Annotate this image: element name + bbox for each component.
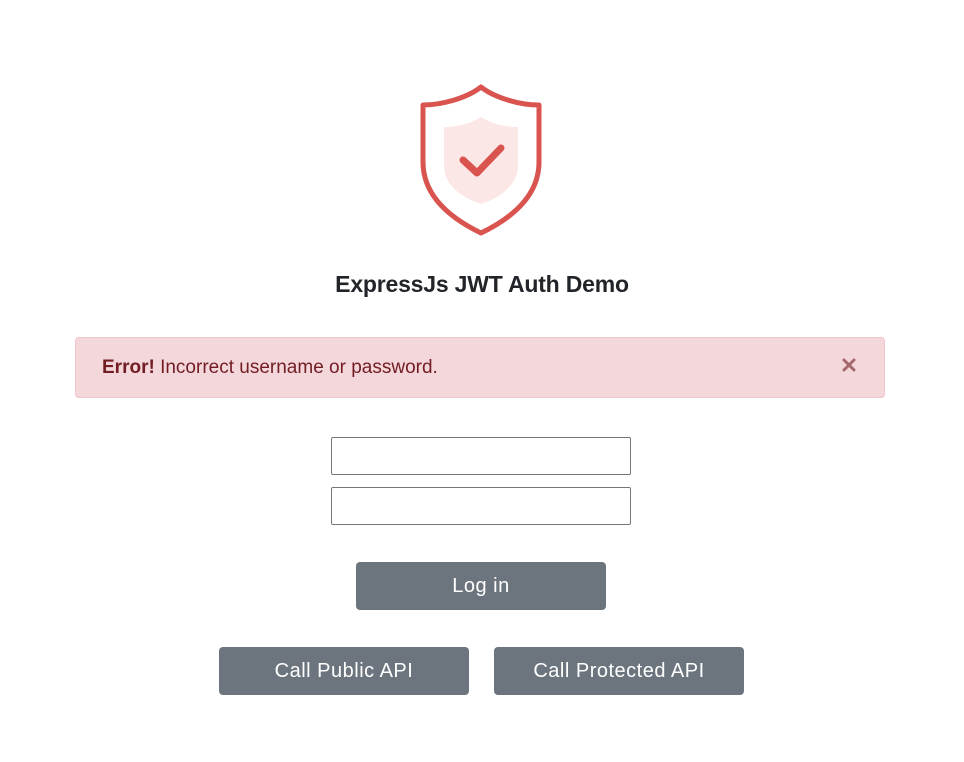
call-protected-api-button[interactable]: Call Protected API [494,647,744,695]
close-alert-button[interactable] [839,354,859,376]
error-alert: Error! Incorrect username or password. [75,337,885,398]
alert-message: Incorrect username or password. [160,357,438,378]
username-input[interactable] [331,437,631,475]
close-icon [842,358,856,372]
alert-text: Error! Incorrect username or password. [102,357,438,379]
alert-strong-label: Error! [102,357,155,378]
page-title: ExpressJs JWT Auth Demo [335,271,629,297]
call-public-api-button[interactable]: Call Public API [219,647,469,695]
password-input[interactable] [331,487,631,525]
login-button[interactable]: Log in [356,562,606,610]
shield-check-icon [420,84,542,236]
login-page: ExpressJs JWT Auth Demo Error! Incorrect… [0,0,964,762]
